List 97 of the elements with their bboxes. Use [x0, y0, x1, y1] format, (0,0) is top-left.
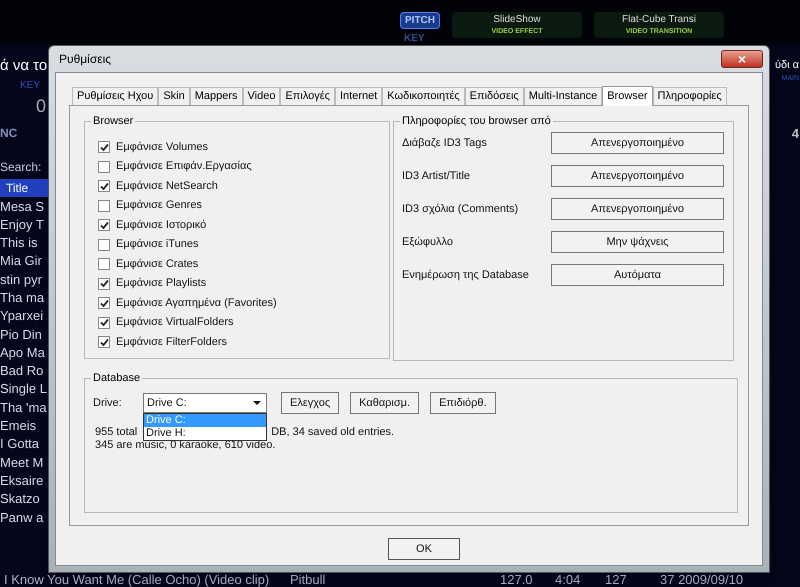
checkbox[interactable] — [98, 141, 110, 153]
pitch-toggle[interactable]: PITCH — [400, 12, 440, 29]
track-title: Enjoy T — [0, 216, 45, 234]
checkbox[interactable] — [98, 336, 110, 348]
deck-title: ά να το — [0, 56, 48, 76]
status-text: 955 total — [95, 426, 138, 439]
track-title: Eksaire — [0, 472, 44, 490]
close-button[interactable]: × — [721, 50, 763, 68]
track-title: I Know You Want Me (Calle Ocho) (Video clip) — [3, 573, 270, 587]
checkbox-label: Εμφάνισε iTunes — [116, 237, 198, 252]
effect-name: Flat-Cube Transi — [622, 13, 696, 27]
tab[interactable]: Επιλογές — [280, 87, 335, 105]
track-title: Tha ma — [0, 288, 46, 306]
checkbox[interactable] — [98, 200, 110, 212]
tab[interactable]: Mappers — [190, 87, 243, 105]
checkmark-icon — [100, 318, 108, 327]
effect-name: SlideShow — [493, 13, 541, 27]
title-column-header: Title — [0, 178, 48, 196]
checkbox-label: Εμφάνισε VirtualFolders — [116, 315, 234, 330]
track-cell: 37 2009/09/10 — [660, 573, 744, 587]
track-title: This is — [0, 234, 39, 252]
status-text: DB, 34 saved old entries. — [271, 426, 394, 439]
track-title: Single L — [0, 380, 48, 398]
ok-button[interactable]: OK — [388, 538, 460, 560]
key-label: KEY — [19, 78, 42, 92]
setting-button[interactable]: Απενεργοποιημένο — [551, 165, 724, 187]
track-title: Emeis — [0, 417, 38, 434]
tab[interactable]: Video — [242, 87, 280, 105]
checkmark-icon — [100, 298, 108, 308]
database-button[interactable]: Ελεγχος — [281, 392, 340, 414]
search-label: Search: — [0, 158, 42, 176]
checkbox[interactable] — [98, 238, 110, 250]
track-title: Tha 'ma — [0, 398, 48, 416]
setting-label: Διάβαζε ID3 Tags — [402, 136, 488, 151]
setting-label: Ενημέρωση της Database — [402, 268, 530, 283]
track-length: 4:04 — [555, 573, 582, 587]
checkmark-icon — [100, 338, 108, 346]
checkbox[interactable] — [98, 278, 110, 290]
window-title: Ρυθμίσεις — [58, 51, 112, 68]
checkbox-label: Εμφάνισε Playlists — [116, 276, 206, 292]
tab[interactable]: Πληροφορίες — [652, 87, 727, 105]
checkbox-label: Εμφάνισε FilterFolders — [116, 334, 227, 350]
dropdown-option[interactable]: Drive H: — [144, 427, 266, 440]
track-title: Pio Din — [0, 326, 43, 343]
setting-label: Εξώφυλλο — [402, 234, 454, 250]
checkbox[interactable] — [98, 258, 110, 270]
track-title: stin pyr — [0, 270, 43, 288]
track-title: Meet M — [0, 454, 44, 471]
track-title: Bad Ro — [0, 362, 44, 380]
checkmark-icon — [100, 220, 108, 230]
track-artist: Pitbull — [290, 573, 326, 587]
checkbox-label: Εμφάνισε Volumes — [116, 140, 208, 155]
checkbox[interactable] — [98, 160, 110, 172]
tab[interactable]: Multi-Instance — [524, 87, 602, 105]
tab[interactable]: Κωδικοποιητές — [382, 87, 465, 105]
checkbox-label: Εμφάνισε Crates — [116, 256, 198, 272]
checkbox-label: Εμφάνισε Genres — [116, 198, 202, 214]
checkbox-label: Εμφάνισε Αγαπημένα (Favorites) — [116, 296, 277, 311]
tab[interactable]: Browser — [602, 86, 653, 106]
tab[interactable]: Επιδόσεις — [464, 87, 524, 105]
track-bpm: 127.0 — [500, 573, 534, 587]
checkbox-label: Εμφάνισε Ιστορικό — [116, 218, 206, 233]
tab[interactable]: Skin — [158, 87, 190, 105]
deck-value: 4 — [792, 125, 799, 143]
deck-value: 0 — [35, 94, 48, 118]
setting-label: ID3 σχόλια (Comments) — [402, 202, 520, 217]
checkbox[interactable] — [98, 316, 110, 328]
track-title: Panw a — [0, 508, 44, 526]
tab[interactable]: Ρυθμίσεις Ηχου — [72, 87, 158, 105]
checkmark-icon — [100, 142, 108, 152]
setting-button[interactable]: Αυτόματα — [551, 264, 724, 286]
checkbox-label: Εμφάνισε NetSearch — [116, 178, 218, 194]
checkbox[interactable] — [98, 297, 110, 309]
setting-label: ID3 Artist/Title — [402, 168, 472, 184]
group-title: Πληροφορίες του browser από — [400, 114, 553, 128]
checkmark-icon — [100, 279, 108, 288]
database-button[interactable]: Καθαρισμ. — [350, 392, 420, 414]
track-title: Mia Gir — [0, 252, 43, 270]
checkbox-label: Εμφάνισε Επιφάν.Εργασίας — [116, 159, 252, 174]
track-title: Mesa S — [0, 198, 46, 215]
database-button[interactable]: Επιδιόρθ. — [430, 392, 496, 414]
setting-button[interactable]: Απενεργοποιημένο — [551, 198, 724, 220]
track-title: Skatzo — [0, 490, 41, 508]
tab[interactable]: Internet — [334, 87, 382, 105]
track-title: I Gotta — [0, 435, 40, 453]
track-title: Apo Ma — [0, 344, 46, 362]
deck-title: ύδι α — [775, 58, 799, 73]
setting-button[interactable]: Απενεργοποιημένο — [551, 132, 724, 154]
drive-label: Drive: — [93, 396, 123, 411]
checkbox[interactable] — [98, 219, 110, 231]
checkmark-icon — [100, 182, 108, 190]
track-title: Yparxei — [0, 307, 44, 325]
sync-label: NC — [0, 124, 18, 142]
track-cell-text: 127 — [605, 573, 628, 587]
checkbox[interactable] — [98, 180, 110, 192]
drive-dropdown[interactable]: Drive C: — [143, 393, 267, 413]
setting-button[interactable]: Μην ψάχνεις — [551, 231, 724, 253]
